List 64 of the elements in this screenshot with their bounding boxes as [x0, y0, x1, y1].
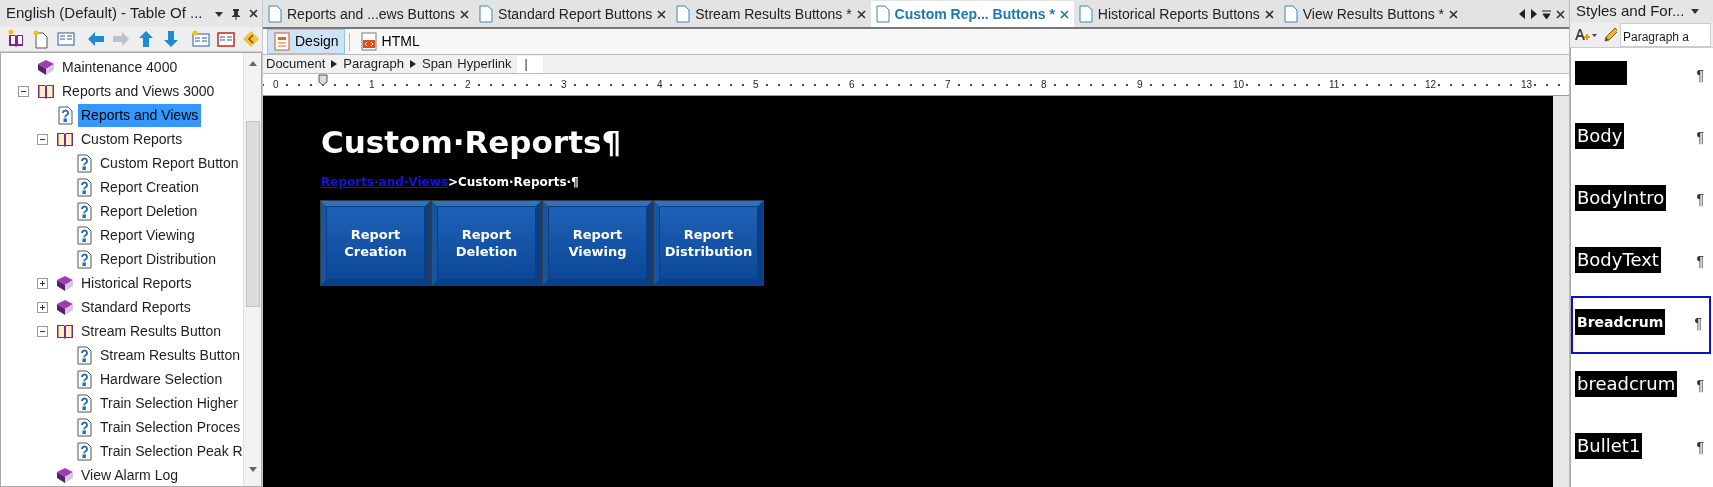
tree-item[interactable]: Report Distribution	[97, 247, 219, 271]
tree-item[interactable]: View Alarm Log	[78, 463, 181, 486]
pilcrow: ¶	[1696, 251, 1705, 271]
tree-item[interactable]: Report Viewing	[97, 223, 198, 247]
tree-item[interactable]: Custom Report Button	[97, 151, 242, 175]
style-item[interactable]: Body	[1575, 122, 1625, 149]
tree-item[interactable]: Train Selection Higher	[97, 391, 241, 415]
view-tab[interactable]: Design	[267, 29, 345, 54]
tree-item[interactable]: Stream Results Button	[97, 343, 243, 367]
ruler-number: 2	[464, 79, 472, 90]
document-canvas[interactable]: Custom·Reports¶ Reports·and·Views>Custom·Reports·¶ Report Creation Report Deletion Report Viewing Report Distribution	[263, 96, 1553, 487]
ruler-number: 0	[272, 79, 280, 90]
path-item[interactable]: Span	[421, 54, 453, 74]
tree-item[interactable]: Historical Reports	[78, 271, 195, 295]
path-item[interactable]: Hyperlink	[457, 54, 512, 74]
tree-item[interactable]: Report Deletion	[97, 199, 201, 223]
document-tab[interactable]: Custom Rep... Buttons *	[870, 1, 1074, 27]
pilcrow: ¶	[1696, 375, 1705, 395]
ruler-number: 12	[1424, 79, 1438, 90]
tree-item[interactable]: Report Creation	[97, 175, 202, 199]
tree-item[interactable]: Hardware Selection	[97, 367, 226, 391]
panel-title: English (Default) - Table Of ...	[6, 3, 203, 24]
path-item[interactable]: Document	[266, 54, 326, 74]
nav-button[interactable]: Report Viewing	[543, 201, 652, 286]
tree-item[interactable]: Maintenance 4000	[59, 55, 181, 79]
page-heading: Custom·Reports¶	[321, 124, 623, 162]
tree-item[interactable]: Reports and Views	[78, 103, 202, 127]
path-field[interactable]: |	[516, 55, 543, 73]
tree-item[interactable]: Standard Reports	[78, 295, 194, 319]
style-item[interactable]: BodyText	[1575, 246, 1661, 273]
ruler-number: 13	[1520, 79, 1534, 90]
ruler-number: 1	[368, 79, 376, 90]
style-filter-field[interactable]: Paragraph a	[1620, 22, 1711, 47]
view-tab[interactable]: HTML	[353, 29, 426, 54]
ruler-number: 7	[944, 79, 952, 90]
pilcrow: ¶	[1696, 189, 1705, 209]
ruler-number: 8	[1040, 79, 1048, 90]
tree-item[interactable]: Reports and Views 3000	[59, 79, 218, 103]
tree-item[interactable]: Train Selection Proces	[97, 415, 243, 439]
style-item[interactable]: Breadcrum	[1575, 308, 1666, 335]
nav-button[interactable]: Report Creation	[321, 201, 430, 286]
ruler-number: 11	[1328, 79, 1341, 90]
style-item-highlight[interactable]: Breadcrum ¶	[1571, 295, 1711, 354]
ruler-number: 5	[752, 79, 760, 90]
path-item[interactable]: Paragraph	[343, 54, 404, 74]
tree-item[interactable]: Stream Results Button	[78, 319, 225, 343]
nav-button[interactable]: Report Deletion	[432, 201, 541, 286]
nav-button[interactable]: Report Distribution	[654, 201, 763, 286]
pilcrow: ¶	[1696, 437, 1705, 457]
pilcrow: ¶	[1694, 313, 1703, 333]
ruler-number: 6	[848, 79, 856, 90]
ruler-number: 3	[560, 79, 568, 90]
tree-item[interactable]: Custom Reports	[78, 127, 186, 151]
style-item[interactable]: BodyIntro	[1575, 184, 1667, 211]
tree-item[interactable]: Train Selection Peak R	[97, 439, 243, 463]
breadcrumb-text: >Custom·Reports·¶	[447, 175, 579, 190]
pilcrow: ¶	[1696, 65, 1705, 85]
style-item[interactable]: Bullet1	[1575, 432, 1643, 459]
panel-title: Styles and For...	[1576, 1, 1685, 21]
pilcrow: ¶	[1696, 127, 1705, 147]
style-item[interactable]: breadcrum	[1575, 370, 1678, 397]
ruler-number: 4	[656, 79, 664, 90]
ruler-number: 9	[1136, 79, 1144, 90]
ruler-number: 10	[1232, 79, 1246, 90]
